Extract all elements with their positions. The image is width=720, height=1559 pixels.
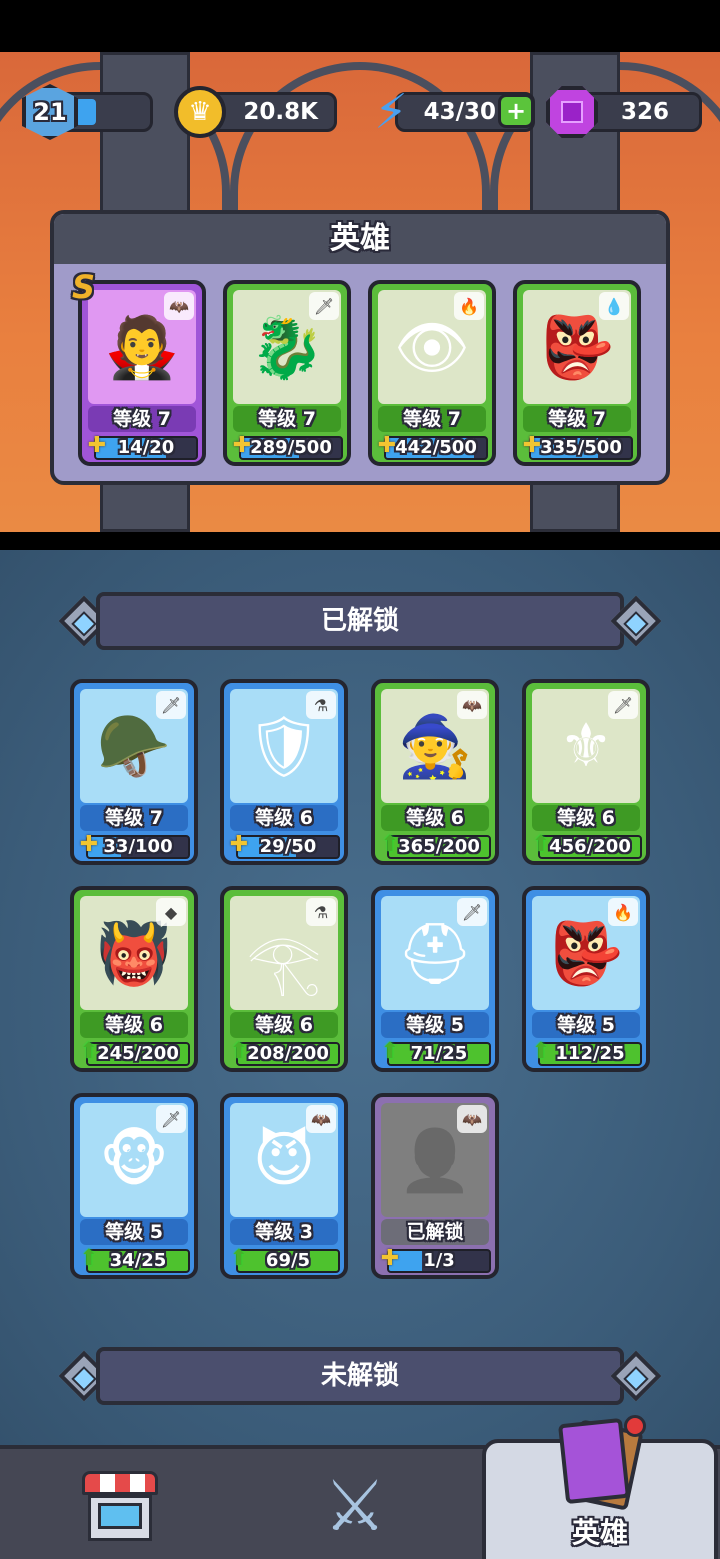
hero-card[interactable]: 👺 💧 等级 7 335/500 ✚ [513, 280, 641, 466]
hero-level: 等级 6 [80, 1012, 188, 1038]
crown-coin-icon: ♛ [174, 86, 226, 138]
hero-level: 等级 7 [80, 805, 188, 831]
hero-level: 等级 5 [381, 1012, 489, 1038]
hero-level: 等级 7 [88, 406, 196, 432]
upgrade-arrow-icon: ⬆ [531, 1038, 551, 1064]
gem-inner [561, 101, 583, 123]
add-energy-button[interactable]: + [498, 94, 534, 128]
puzzle-piece-icon: ✚ [229, 831, 249, 857]
locked-section-title: 未解锁 [320, 1361, 399, 1391]
puzzle-piece-icon: ✚ [380, 1245, 400, 1271]
puzzle-piece-icon: ✚ [232, 432, 252, 458]
upgrade-arrow-icon: ⬆ [380, 831, 400, 857]
upgrade-arrow-icon: ⬆ [79, 1245, 99, 1271]
sword-icon: 🗡 [457, 898, 487, 926]
potion-icon: ⚗ [306, 898, 336, 926]
tab-shop[interactable] [40, 1449, 200, 1559]
fire-icon: 🔥 [608, 898, 638, 926]
bottom-navigation: ⚔ 英雄 [0, 1415, 720, 1559]
hero-card[interactable]: 👹 ◆ 等级 6 245/200 ⬆ [70, 886, 198, 1072]
hero-card[interactable]: 🛡 ⚗ 等级 6 29/50 ✚ [220, 679, 348, 865]
hero-card[interactable]: 🧛 🦇 等级 7 14/20 ✚ [78, 280, 206, 466]
hero-level: 等级 6 [230, 1012, 338, 1038]
hero-card[interactable]: 👁 🔥 等级 7 442/500 ✚ [368, 280, 496, 466]
hero-level: 等级 7 [233, 406, 341, 432]
upgrade-arrow-icon: ⬆ [229, 1245, 249, 1271]
upgrade-arrow-icon: ⬆ [79, 1038, 99, 1064]
tab-heroes[interactable]: 英雄 [482, 1415, 718, 1559]
puzzle-piece-icon: ✚ [522, 432, 542, 458]
fire-icon: 🔥 [454, 292, 484, 320]
puzzle-piece-icon: ✚ [377, 432, 397, 458]
bat-icon: 🦇 [164, 292, 194, 320]
tab-heroes-label: 英雄 [571, 1516, 628, 1549]
hero-card[interactable]: 😈 🦇 等级 3 69/5 ⬆ [220, 1093, 348, 1279]
gem-amount: 326 [620, 99, 669, 125]
hero-card[interactable]: ⚜ 🗡 等级 6 456/200 ⬆ [522, 679, 650, 865]
puzzle-piece-icon: ✚ [79, 831, 99, 857]
potion-icon: ⚗ [306, 691, 336, 719]
unlocked-section-header: 已解锁 [96, 592, 624, 650]
gold-amount: 20.8K [243, 99, 318, 125]
rock-icon: ◆ [156, 898, 186, 926]
rank-s-badge: S [72, 268, 96, 306]
locked-section-header: 未解锁 [96, 1347, 624, 1405]
hero-level: 等级 5 [80, 1219, 188, 1245]
hero-card[interactable]: 🧙 🦇 等级 6 365/200 ⬆ [371, 679, 499, 865]
sword-icon: 🗡 [156, 1105, 186, 1133]
hero-card[interactable]: 👤 🦇 已解锁 1/3 ✚ [371, 1093, 499, 1279]
hero-level: 等级 3 [230, 1219, 338, 1245]
hero-level: 已解锁 [381, 1219, 489, 1245]
sword-icon: 🗡 [156, 691, 186, 719]
bat-icon: 🦇 [306, 1105, 336, 1133]
water-icon: 💧 [599, 292, 629, 320]
hero-level: 等级 5 [532, 1012, 640, 1038]
hero-card[interactable]: 👺 🔥 等级 5 112/25 ⬆ [522, 886, 650, 1072]
hero-card-icon [557, 1415, 646, 1511]
lightning-icon: ⚡ [374, 84, 408, 140]
hero-card[interactable]: ⛑ 🗡 等级 5 71/25 ⬆ [371, 886, 499, 1072]
hero-level: 等级 6 [381, 805, 489, 831]
sword-icon: 🗡 [608, 691, 638, 719]
bat-icon: 🦇 [457, 691, 487, 719]
hero-card[interactable]: 𓂀 ⚗ 等级 6 208/200 ⬆ [220, 886, 348, 1072]
hero-level: 等级 7 [378, 406, 486, 432]
tab-battle[interactable]: ⚔ [275, 1449, 435, 1559]
hero-card[interactable]: 🐵 🗡 等级 5 34/25 ⬆ [70, 1093, 198, 1279]
unlocked-section-title: 已解锁 [320, 606, 399, 636]
puzzle-piece-icon: ✚ [87, 432, 107, 458]
xp-bar-fill [75, 99, 96, 125]
sword-icon: 🗡 [309, 292, 339, 320]
hero-level: 等级 7 [523, 406, 631, 432]
upgrade-arrow-icon: ⬆ [531, 831, 551, 857]
hero-level: 等级 6 [532, 805, 640, 831]
hero-panel-title: 英雄 [54, 214, 666, 264]
hero-card[interactable]: 🪖 🗡 等级 7 33/100 ✚ [70, 679, 198, 865]
status-bar-background [0, 0, 720, 52]
crossed-swords-icon: ⚔ [323, 1465, 387, 1547]
energy-amount: 43/30 [423, 99, 496, 125]
player-level: 21 [33, 98, 67, 126]
shop-icon [82, 1471, 158, 1541]
hero-level: 等级 6 [230, 805, 338, 831]
upgrade-arrow-icon: ⬆ [229, 1038, 249, 1064]
hero-card[interactable]: 🐉 🗡 等级 7 289/500 ✚ [223, 280, 351, 466]
upgrade-arrow-icon: ⬆ [380, 1038, 400, 1064]
bat-icon: 🦇 [457, 1105, 487, 1133]
